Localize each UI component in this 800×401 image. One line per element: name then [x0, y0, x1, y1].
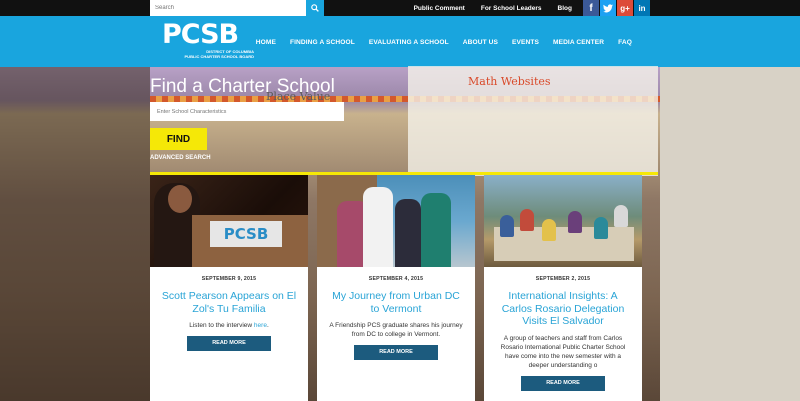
news-card-summary: Listen to the interview here.: [189, 322, 269, 329]
search-input[interactable]: [150, 0, 306, 16]
school-characteristics-input[interactable]: [150, 102, 344, 121]
twitter-icon[interactable]: [600, 0, 616, 16]
news-card-summary: A Friendship PCS graduate shares his jou…: [329, 322, 463, 338]
news-card: SEPTEMBER 4, 2015 My Journey from Urban …: [317, 175, 475, 401]
advanced-search-link[interactable]: ADVANCED SEARCH: [150, 155, 211, 161]
news-card-title[interactable]: International Insights: A Carlos Rosario…: [494, 290, 632, 328]
news-card: SEPTEMBER 2, 2015 International Insights…: [484, 175, 642, 401]
nav-events[interactable]: EVENTS: [512, 39, 539, 46]
nav-home[interactable]: HOME: [256, 39, 276, 46]
hero-wall: [660, 67, 800, 401]
school-leaders-link[interactable]: For School Leaders: [481, 5, 542, 12]
news-card-title[interactable]: My Journey from Urban DC to Vermont: [327, 290, 465, 315]
news-card-date: SEPTEMBER 2, 2015: [535, 276, 591, 282]
blog-link[interactable]: Blog: [558, 5, 572, 12]
interview-link[interactable]: here: [254, 322, 267, 329]
nav-media-center[interactable]: MEDIA CENTER: [553, 39, 604, 46]
news-card-photo[interactable]: [484, 175, 642, 267]
main-nav: HOME FINDING A SCHOOL EVALUATING A SCHOO…: [242, 32, 632, 52]
news-card-title[interactable]: Scott Pearson Appears on El Zol's Tu Fam…: [160, 290, 298, 315]
linkedin-icon[interactable]: in: [634, 0, 650, 16]
site-search: [150, 0, 324, 16]
podium-sign: PCSB: [210, 221, 282, 247]
news-card-date: SEPTEMBER 4, 2015: [368, 276, 424, 282]
news-card-summary: A group of teachers and staff from Carlo…: [500, 334, 626, 369]
logo-subtitle-2: PUBLIC CHARTER SCHOOL BOARD: [184, 54, 254, 59]
nav-faq[interactable]: FAQ: [618, 39, 632, 46]
find-button[interactable]: FIND: [150, 128, 207, 150]
google-plus-icon[interactable]: g+: [617, 0, 633, 16]
pcsb-logo[interactable]: PCSB DISTRICT OF COLUMBIA PUBLIC CHARTER…: [162, 21, 254, 61]
logo-mark: PCSB: [162, 19, 239, 50]
facebook-icon[interactable]: f: [583, 0, 599, 16]
nav-about-us[interactable]: ABOUT US: [463, 39, 498, 46]
read-more-button[interactable]: READ MORE: [187, 336, 271, 351]
read-more-button[interactable]: READ MORE: [521, 375, 605, 391]
top-bar: Public Comment For School Leaders Blog f…: [0, 0, 800, 16]
nav-finding-a-school[interactable]: FINDING A SCHOOL: [290, 39, 355, 46]
news-card-photo[interactable]: [317, 175, 475, 267]
find-school-title: Find a Charter School: [150, 76, 335, 97]
read-more-button[interactable]: READ MORE: [354, 345, 438, 360]
utility-links: Public Comment For School Leaders Blog f…: [398, 0, 650, 16]
search-icon: [311, 4, 319, 12]
news-card: PCSB SEPTEMBER 9, 2015 Scott Pearson App…: [150, 175, 308, 401]
hero-left-shade: [0, 67, 150, 401]
social-links: f g+ in: [582, 0, 650, 16]
public-comment-link[interactable]: Public Comment: [414, 5, 465, 12]
nav-evaluating-a-school[interactable]: EVALUATING A SCHOOL: [369, 39, 449, 46]
search-button[interactable]: [306, 0, 324, 16]
news-card-date: SEPTEMBER 9, 2015: [201, 276, 257, 282]
whiteboard-text: Math Websites: [468, 75, 551, 88]
news-card-photo[interactable]: PCSB: [150, 175, 308, 267]
site-header: PCSB DISTRICT OF COLUMBIA PUBLIC CHARTER…: [0, 16, 800, 67]
